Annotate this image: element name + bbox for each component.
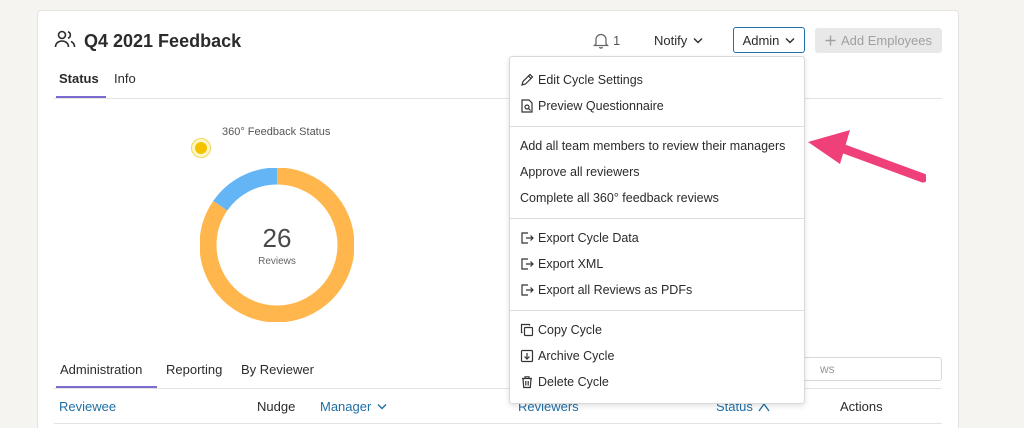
col-nudge: Nudge [257, 399, 296, 414]
menu-divider [510, 126, 804, 127]
tab-by-reviewer[interactable]: By Reviewer [241, 362, 314, 377]
admin-label: Admin [742, 32, 780, 48]
export-icon [521, 258, 534, 270]
trash-icon [522, 376, 532, 389]
menu-item-label: Copy Cycle [538, 323, 602, 337]
chevron-down-icon [377, 404, 387, 410]
top-tabs: Status Info [54, 69, 942, 99]
menu-item-edit-cycle-settings[interactable]: Edit Cycle Settings [520, 71, 643, 89]
menu-item-archive-cycle[interactable]: Archive Cycle [520, 347, 614, 365]
chart-title: 360° Feedback Status [222, 126, 331, 138]
pointer-arrow-annotation [808, 130, 926, 183]
col-manager-label: Manager [320, 399, 372, 414]
menu-item-delete-cycle[interactable]: Delete Cycle [520, 373, 609, 391]
menu-item-export-cycle-data[interactable]: Export Cycle Data [520, 229, 639, 247]
menu-item-label: Export Cycle Data [538, 231, 639, 245]
feedback-cycle-card: Q4 2021 Feedback 1 Notify Admin Add Empl… [37, 10, 959, 428]
menu-item-label: Edit Cycle Settings [538, 73, 643, 87]
menu-item-export-pdfs[interactable]: Export all Reviews as PDFs [520, 281, 692, 299]
export-icon [521, 232, 534, 244]
menu-item-label: Archive Cycle [538, 349, 615, 363]
tab-status[interactable]: Status [59, 71, 99, 86]
menu-item-complete-all-reviews[interactable]: Complete all 360° feedback reviews [520, 189, 719, 207]
active-tab-indicator [56, 96, 106, 98]
reviews-unit: Reviews [258, 256, 296, 267]
active-tab-indicator [56, 386, 157, 388]
col-reviewee[interactable]: Reviewee [59, 399, 116, 414]
search-visible-text: ws [820, 362, 835, 376]
archive-icon [520, 349, 534, 363]
menu-item-copy-cycle[interactable]: Copy Cycle [520, 321, 602, 339]
tab-administration[interactable]: Administration [60, 362, 142, 377]
bell-icon [593, 33, 609, 49]
chevron-down-icon [785, 37, 795, 43]
menu-item-label: Complete all 360° feedback reviews [520, 191, 719, 205]
notify-label: Notify [654, 33, 688, 48]
menu-item-export-xml[interactable]: Export XML [520, 255, 603, 273]
menu-item-add-team-review-managers[interactable]: Add all team members to review their man… [520, 137, 785, 155]
menu-item-preview-questionnaire[interactable]: Preview Questionnaire [520, 97, 664, 115]
notification-count: 1 [613, 33, 621, 48]
tab-info[interactable]: Info [114, 71, 136, 86]
table-header-divider [54, 423, 942, 424]
page-title: Q4 2021 Feedback [84, 31, 242, 51]
admin-dropdown-button[interactable]: Admin [733, 27, 805, 53]
page-header: Q4 2021 Feedback [54, 29, 241, 54]
notify-dropdown[interactable]: Notify [654, 33, 703, 48]
menu-item-label: Approve all reviewers [520, 165, 640, 179]
search-reviews-input[interactable]: ws [795, 357, 942, 381]
menu-divider [510, 310, 804, 311]
tab-reporting[interactable]: Reporting [166, 362, 222, 377]
menu-item-approve-all-reviewers[interactable]: Approve all reviewers [520, 163, 640, 181]
export-icon [521, 284, 534, 296]
reviews-total: 26 [262, 223, 292, 253]
chevron-down-icon [693, 38, 703, 44]
menu-item-label: Export all Reviews as PDFs [538, 283, 693, 297]
menu-item-label: Export XML [538, 257, 604, 271]
col-manager[interactable]: Manager [320, 399, 387, 414]
add-employees-label: Add Employees [840, 33, 933, 48]
notifications-button[interactable]: 1 [593, 32, 620, 49]
menu-item-label: Add all team members to review their man… [520, 139, 786, 153]
pencil-icon [521, 73, 534, 86]
menu-item-label: Preview Questionnaire [538, 99, 664, 113]
add-employees-button[interactable]: Add Employees [815, 28, 942, 53]
copy-icon [520, 323, 534, 337]
menu-divider [510, 218, 804, 219]
col-actions: Actions [840, 399, 883, 414]
menu-item-label: Delete Cycle [538, 375, 609, 389]
people-icon [54, 29, 76, 54]
plus-icon [825, 35, 836, 46]
donut-center: 26 Reviews [200, 168, 354, 322]
document-search-icon [521, 99, 533, 113]
status-legend-marker [191, 138, 211, 158]
admin-dropdown-menu: Edit Cycle Settings Preview Questionnair… [509, 56, 805, 404]
